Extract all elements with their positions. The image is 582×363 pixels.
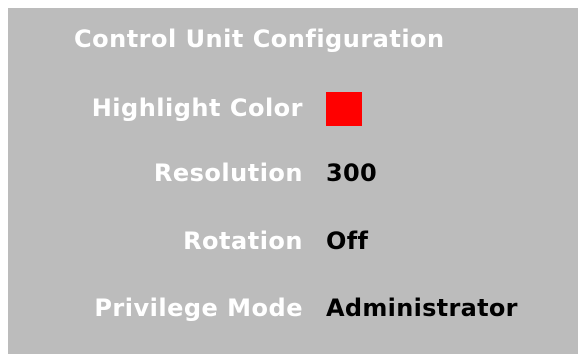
highlight-color-swatch[interactable] xyxy=(326,92,362,126)
control-unit-config-panel: Control Unit Configuration Highlight Col… xyxy=(8,8,578,354)
resolution-label: Resolution xyxy=(153,159,303,187)
panel-title: Control Unit Configuration xyxy=(74,25,445,53)
privilege-mode-value[interactable]: Administrator xyxy=(326,293,518,323)
resolution-value[interactable]: 300 xyxy=(326,158,377,188)
highlight-color-label: Highlight Color xyxy=(91,94,303,122)
rotation-label: Rotation xyxy=(183,227,303,255)
rotation-value[interactable]: Off xyxy=(326,226,368,256)
screen: Control Unit Configuration Highlight Col… xyxy=(0,0,582,363)
privilege-mode-label: Privilege Mode xyxy=(94,294,303,322)
